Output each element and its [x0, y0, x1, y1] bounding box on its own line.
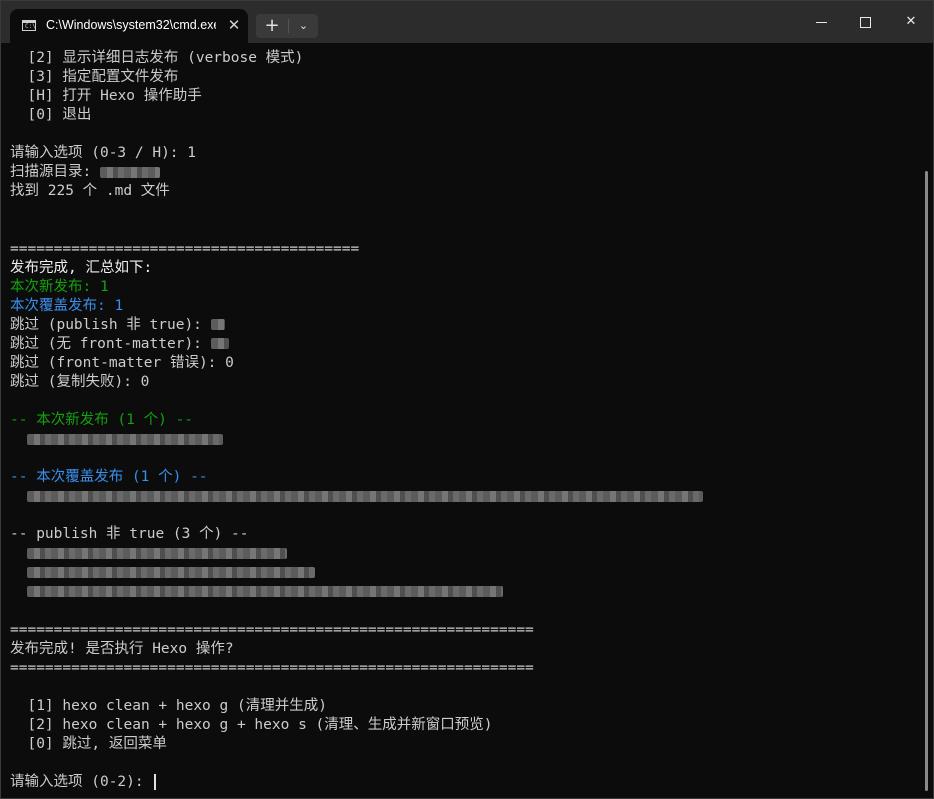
- terminal-line-text: [0] 跳过, 返回菜单: [10, 735, 167, 752]
- terminal-line-text: 请输入选项 (0-3 / H): 1: [10, 145, 196, 162]
- redacted-text: [27, 585, 504, 597]
- redacted-text: [27, 547, 288, 559]
- terminal-line-text: 发布完成, 汇总如下:: [10, 259, 153, 276]
- tab-close-icon[interactable]: ✕: [224, 15, 244, 35]
- terminal-line: [10, 563, 316, 582]
- terminal-line: 请输入选项 (0-2):: [10, 773, 157, 792]
- terminal-line: 请输入选项 (0-3 / H): 1: [10, 144, 196, 163]
- terminal-line: 发布完成, 汇总如下:: [10, 259, 152, 278]
- terminal-window: C:\ C:\Windows\system32\cmd.exe ✕ + ⌄ ✕ …: [0, 0, 934, 799]
- terminal-line: -- publish 非 true (3 个) --: [10, 525, 249, 544]
- terminal-line-text: -- 本次新发布 (1 个) --: [10, 411, 194, 428]
- title-bar: C:\ C:\Windows\system32\cmd.exe ✕ + ⌄ ✕: [1, 1, 933, 43]
- terminal-line: 跳过 (无 front-matter):: [10, 335, 229, 354]
- terminal-line: 本次覆盖发布: 1: [10, 297, 123, 316]
- terminal-line-text: [10, 545, 27, 561]
- terminal-line-text: 扫描源目录:: [10, 164, 100, 181]
- terminal-line: [10, 544, 288, 563]
- terminal-line: 扫描源目录:: [10, 163, 160, 182]
- terminal-line: ========================================…: [10, 659, 534, 678]
- terminal-line: 本次新发布: 1: [10, 278, 109, 297]
- new-tab-button[interactable]: +: [256, 14, 288, 38]
- cmd-icon: C:\: [22, 20, 36, 31]
- terminal-line-text: 跳过 (无 front-matter):: [10, 335, 211, 352]
- terminal-line: [10, 582, 504, 601]
- minimize-button[interactable]: [799, 5, 845, 39]
- tab-title: C:\Windows\system32\cmd.exe: [46, 18, 216, 32]
- terminal-line-text: 发布完成! 是否执行 Hexo 操作?: [10, 640, 234, 657]
- text-cursor: [154, 773, 157, 790]
- terminal-line: 发布完成! 是否执行 Hexo 操作?: [10, 640, 234, 659]
- tab-cmd[interactable]: C:\ C:\Windows\system32\cmd.exe ✕: [10, 9, 248, 43]
- terminal-line-text: [0] 退出: [10, 107, 92, 124]
- terminal-line-text: 跳过 (front-matter 错误): 0: [10, 354, 234, 371]
- maximize-button[interactable]: [842, 5, 888, 39]
- terminal-line-text: 找到 225 个 .md 文件: [10, 183, 170, 200]
- terminal-line: 跳过 (复制失败): 0: [10, 373, 149, 392]
- redacted-text: [27, 433, 224, 445]
- terminal-line-text: 本次覆盖发布: 1: [10, 297, 124, 314]
- redacted-text: [27, 490, 704, 502]
- terminal-line: [3] 指定配置文件发布: [10, 68, 178, 87]
- terminal-line: [1] hexo clean + hexo g (清理并生成): [10, 697, 327, 716]
- terminal-line: -- 本次覆盖发布 (1 个) --: [10, 468, 208, 487]
- terminal-line: [H] 打开 Hexo 操作助手: [10, 87, 202, 106]
- terminal-line-text: [H] 打开 Hexo 操作助手: [10, 88, 202, 105]
- terminal-line: [10, 430, 224, 449]
- terminal-line: ========================================: [10, 240, 359, 259]
- terminal-line: 跳过 (publish 非 true):: [10, 316, 225, 335]
- terminal-line-text: ========================================…: [10, 659, 534, 676]
- terminal-line-text: ========================================: [10, 240, 360, 257]
- terminal-line-text: 本次新发布: 1: [10, 278, 109, 295]
- terminal-line: ========================================…: [10, 621, 534, 640]
- terminal-line: [2] hexo clean + hexo g + hexo s (清理、生成并…: [10, 716, 493, 735]
- terminal-line-text: [10, 488, 27, 504]
- terminal-line-text: 跳过 (publish 非 true):: [10, 316, 211, 333]
- terminal-line-text: 跳过 (复制失败): 0: [10, 373, 150, 390]
- terminal-line-text: [2] hexo clean + hexo g + hexo s (清理、生成并…: [10, 716, 493, 733]
- minimize-icon: [816, 22, 827, 23]
- close-button[interactable]: ✕: [888, 5, 934, 39]
- terminal-line: [10, 487, 704, 506]
- terminal-line-text: ========================================…: [10, 621, 534, 638]
- terminal-line-text: -- 本次覆盖发布 (1 个) --: [10, 469, 208, 486]
- redacted-text: [99, 166, 160, 178]
- chevron-down-icon[interactable]: ⌄: [289, 14, 318, 38]
- terminal-line-text: -- publish 非 true (3 个) --: [10, 526, 249, 543]
- terminal-line-text: [10, 583, 27, 599]
- terminal-output[interactable]: [2] 显示详细日志发布 (verbose 模式) [3] 指定配置文件发布 […: [10, 49, 915, 797]
- terminal-line-text: [10, 564, 27, 580]
- terminal-line-text: [1] hexo clean + hexo g (清理并生成): [10, 697, 327, 714]
- terminal-line: [2] 显示详细日志发布 (verbose 模式): [10, 49, 303, 68]
- terminal-line: 跳过 (front-matter 错误): 0: [10, 354, 234, 373]
- terminal-line-text: [10, 431, 27, 447]
- terminal-line-text: [2] 显示详细日志发布 (verbose 模式): [10, 50, 304, 66]
- redacted-text: [210, 338, 229, 350]
- new-tab-group: + ⌄: [256, 14, 318, 38]
- redacted-text: [210, 319, 225, 331]
- terminal-line: -- 本次新发布 (1 个) --: [10, 411, 193, 430]
- terminal-line-text: 请输入选项 (0-2):: [10, 773, 153, 790]
- terminal-line: [0] 退出: [10, 106, 91, 125]
- scrollbar[interactable]: [925, 171, 928, 791]
- terminal-line: 找到 225 个 .md 文件: [10, 182, 170, 201]
- redacted-text: [27, 566, 316, 578]
- maximize-icon: [860, 17, 871, 28]
- terminal-line-text: [3] 指定配置文件发布: [10, 69, 179, 86]
- terminal-line: [0] 跳过, 返回菜单: [10, 735, 167, 754]
